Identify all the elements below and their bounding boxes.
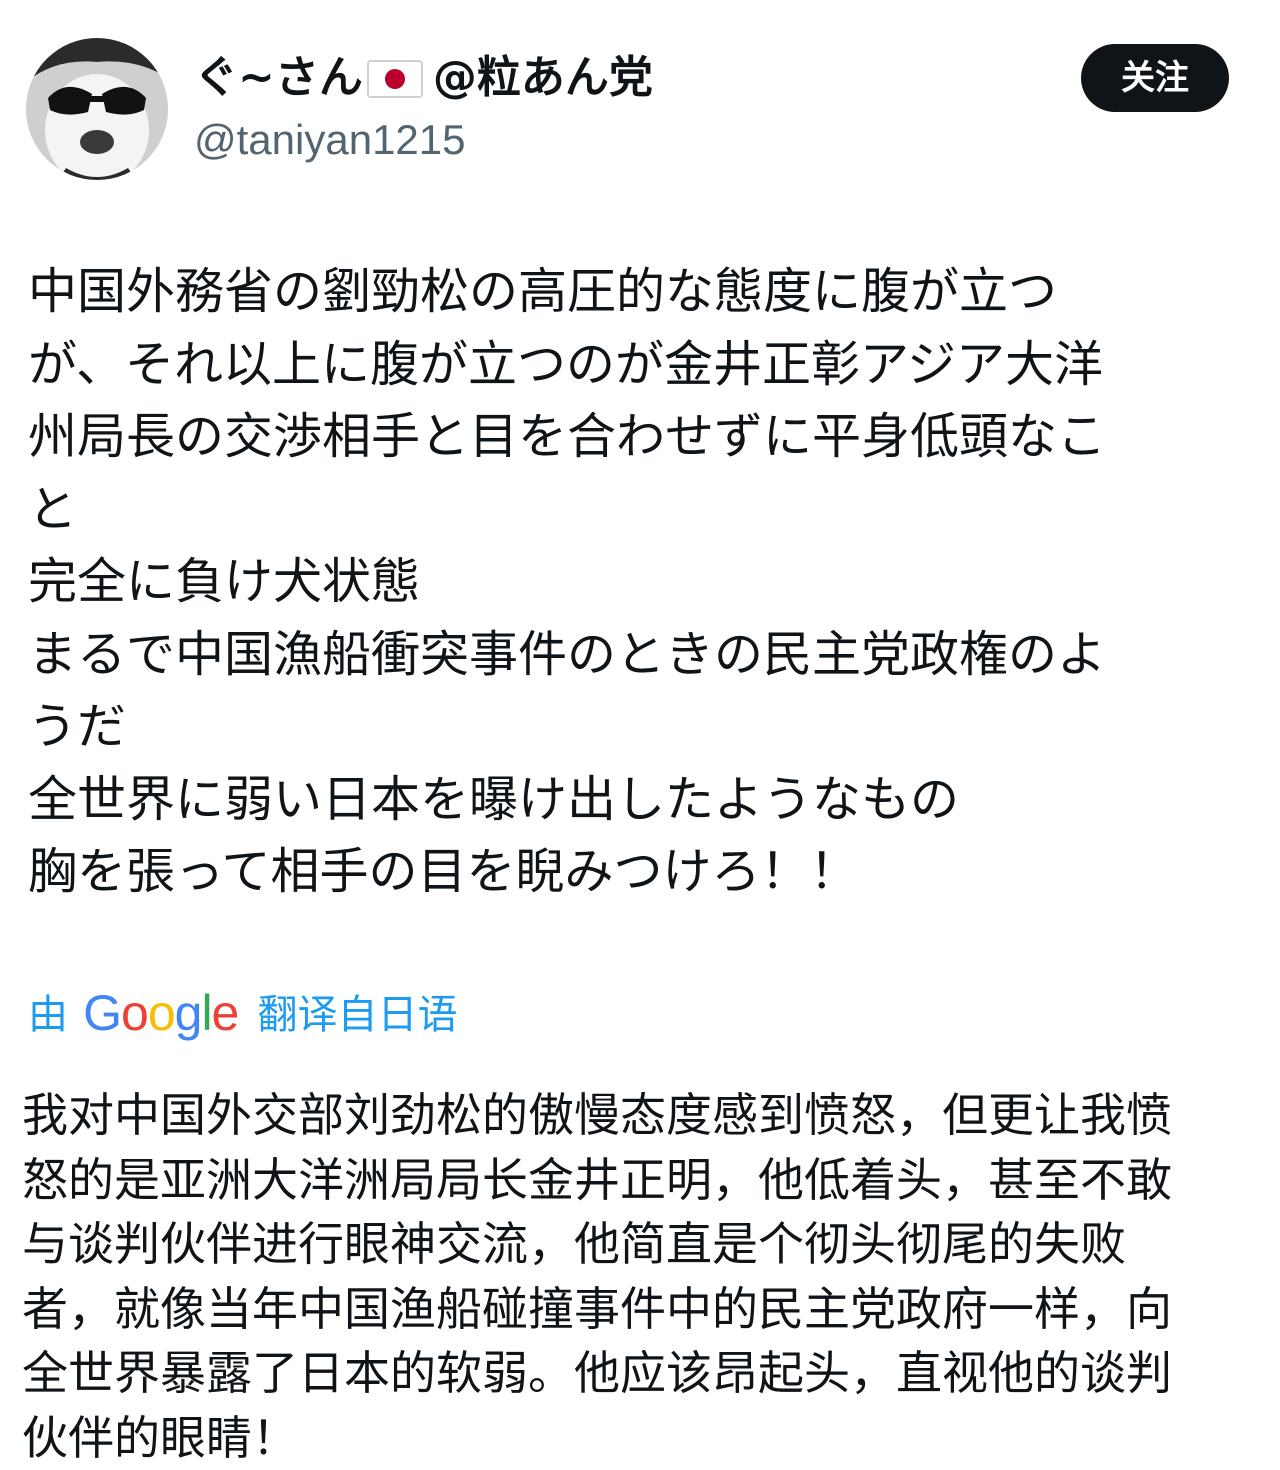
avatar[interactable] — [26, 38, 168, 180]
post-text-line: まるで中国漁船衝突事件のときの民主党政権のよ — [28, 619, 1264, 692]
google-logo-letter: g — [175, 985, 202, 1041]
post-text-line: 全世界に弱い日本を曝け出したようなもの — [28, 764, 1264, 837]
translated-text-line: 怒的是亚洲大洋洲局局长金井正明，他低着头，甚至不敢 — [22, 1148, 1262, 1213]
post-text: 中国外務省の劉勁松の高圧的な態度に腹が立つ が、それ以上に腹が立つのが金井正彰ア… — [28, 256, 1264, 909]
translated-text-line: 者，就像当年中国渔船碰撞事件中的民主党政府一样，向 — [22, 1277, 1262, 1342]
post-text-line: と — [28, 474, 1264, 547]
google-logo-icon: Google — [83, 981, 238, 1037]
post-text-line: うだ — [28, 691, 1264, 764]
post-text-line: 中国外務省の劉勁松の高圧的な態度に腹が立つ — [28, 256, 1264, 329]
translation-attribution[interactable]: 由 Google 翻译自日语 — [28, 980, 457, 1044]
post-text-line: 完全に負け犬状態 — [28, 546, 1264, 619]
translated-text: 我对中国外交部刘劲松的傲慢态度感到愤怒，但更让我愤 怒的是亚洲大洋洲局局长金井正… — [22, 1083, 1262, 1470]
google-logo-letter: o — [148, 985, 175, 1041]
translated-from-label[interactable]: 翻译自日语 — [257, 992, 457, 1038]
google-logo-letter: o — [121, 985, 148, 1041]
post-header: ぐ~さん @粒あん党 @taniyan1215 关注 — [0, 0, 1280, 200]
japan-flag-icon — [367, 54, 423, 114]
author-display-name[interactable]: ぐ~さん @粒あん党 — [194, 48, 653, 114]
google-logo-letter: l — [201, 985, 211, 1041]
author-name-text: ぐ~さん — [194, 52, 363, 103]
post-text-line: が、それ以上に腹が立つのが金井正彰アジア大洋 — [28, 329, 1264, 402]
translated-text-line: 全世界暴露了日本的软弱。他应该昂起头，直视他的谈判 — [22, 1341, 1262, 1406]
follow-button[interactable]: 关注 — [1081, 44, 1229, 112]
author-handle[interactable]: @taniyan1215 — [194, 112, 466, 168]
translated-text-line: 伙伴的眼睛！ — [22, 1406, 1262, 1470]
author-name-suffix: @粒あん党 — [433, 52, 653, 103]
translated-text-line: 与谈判伙伴进行眼神交流，他简直是个彻头彻尾的失败 — [22, 1212, 1262, 1277]
google-logo-letter: e — [212, 985, 239, 1041]
translation-by-label: 由 — [28, 992, 68, 1038]
post-text-line: 胸を張って相手の目を睨みつけろ！！ — [28, 836, 1264, 909]
dog-avatar-icon — [26, 38, 168, 180]
translated-text-line: 我对中国外交部刘劲松的傲慢态度感到愤怒，但更让我愤 — [22, 1083, 1262, 1148]
google-logo-letter: G — [83, 985, 121, 1041]
post-text-line: 州局長の交渉相手と目を合わせずに平身低頭なこ — [28, 401, 1264, 474]
